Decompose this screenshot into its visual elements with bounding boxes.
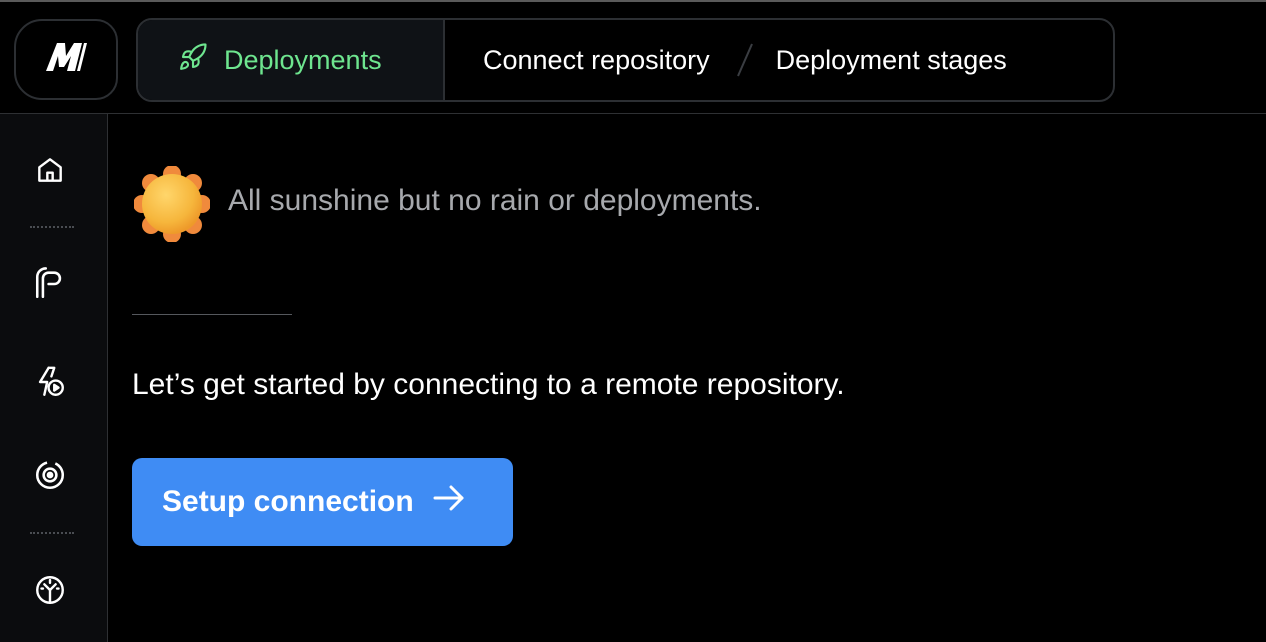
arrow-right-icon <box>432 484 466 520</box>
tab-connect-repository-label: Connect repository <box>483 44 710 75</box>
content-divider <box>132 314 292 315</box>
lightning-play-icon[interactable] <box>32 364 68 400</box>
brand-logo-icon <box>44 42 88 77</box>
intro-text: Let’s get started by connecting to a rem… <box>132 368 845 401</box>
tab-connect-repository[interactable]: Connect repository <box>445 20 710 100</box>
sidebar-separator <box>30 226 74 228</box>
dashboard-gauge-icon[interactable] <box>32 572 68 608</box>
sun-icon <box>133 165 211 243</box>
slash-separator-icon <box>710 20 776 100</box>
logo-button[interactable] <box>14 19 118 100</box>
sidebar <box>0 114 108 642</box>
setup-connection-label: Setup connection <box>162 485 414 518</box>
rocket-icon <box>178 42 208 79</box>
breadcrumb-tabs: Deployments Connect repository Deploymen… <box>136 18 1115 102</box>
sidebar-separator <box>30 532 74 534</box>
tab-deployments[interactable]: Deployments <box>138 20 445 100</box>
empty-state-message: All sunshine but no rain or deployments. <box>228 184 762 217</box>
pipeline-icon[interactable] <box>32 266 68 302</box>
target-icon[interactable] <box>32 457 68 493</box>
tab-deployment-stages-label: Deployment stages <box>775 44 1007 75</box>
tab-deployment-stages[interactable]: Deployment stages <box>776 20 1007 100</box>
home-icon[interactable] <box>32 152 68 188</box>
top-bar: Deployments Connect repository Deploymen… <box>0 0 1266 114</box>
app-page: Deployments Connect repository Deploymen… <box>0 0 1266 642</box>
setup-connection-button[interactable]: Setup connection <box>132 458 513 546</box>
tab-deployments-label: Deployments <box>224 44 382 75</box>
